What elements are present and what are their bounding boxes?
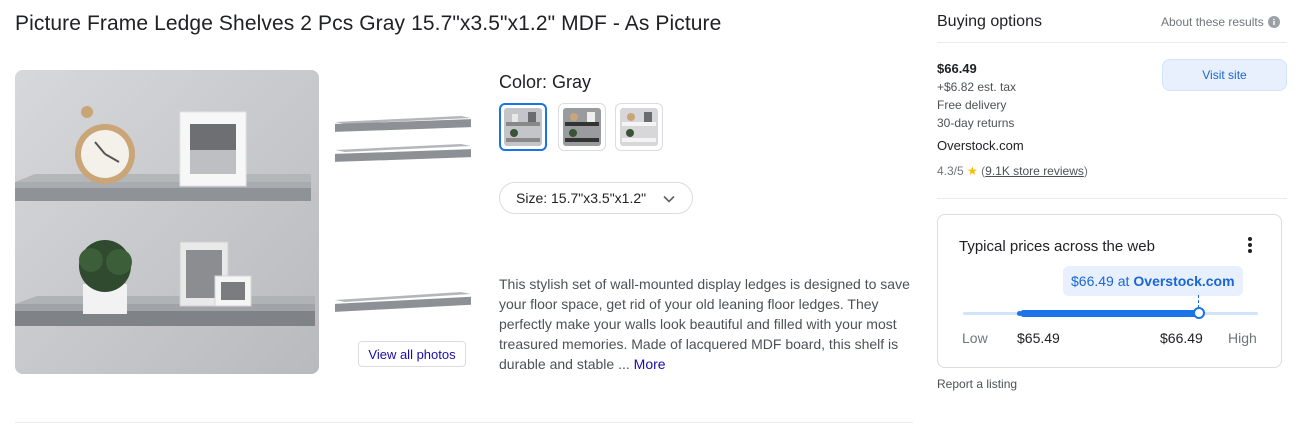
thumbnail-two-shelves[interactable]: [333, 112, 473, 168]
page-title: Picture Frame Ledge Shelves 2 Pcs Gray 1…: [15, 12, 722, 35]
buying-options-heading: Buying options: [937, 13, 1042, 30]
current-price-knob[interactable]: [1193, 307, 1205, 319]
product-description: This stylish set of wall-mounted display…: [499, 274, 917, 374]
price-range-min-dot: [1017, 311, 1022, 316]
description-text: This stylish set of wall-mounted display…: [499, 276, 910, 372]
color-swatch-3[interactable]: [615, 103, 663, 151]
info-icon: [1267, 16, 1280, 28]
offer-tax: +$6.82 est. tax: [937, 80, 1017, 94]
divider: [937, 42, 1287, 43]
low-label: Low: [962, 330, 988, 346]
divider: [937, 198, 1287, 199]
shelf-thumbnail-image: [335, 292, 471, 312]
view-all-photos-button[interactable]: View all photos: [358, 341, 466, 367]
typical-prices-card: Typical prices across the web $66.49 at …: [937, 214, 1282, 368]
store-reviews-link[interactable]: 9.1K store reviews: [985, 164, 1084, 178]
shelf-photo-illustration: [15, 70, 319, 374]
color-label: Color: Gray: [499, 72, 592, 92]
swatch-image: [504, 108, 542, 146]
current-price-bubble: $66.49 at Overstock.com: [1063, 266, 1243, 296]
more-link[interactable]: More: [634, 356, 666, 372]
store-rating: 4.3/5 ★ (9.1K store reviews): [937, 164, 1088, 178]
more-options-icon[interactable]: [1244, 235, 1256, 255]
color-swatch-2[interactable]: [558, 103, 606, 151]
about-label: About these results: [1161, 15, 1264, 29]
min-price-label: $65.49: [1017, 330, 1060, 346]
size-select[interactable]: Size: 15.7"x3.5"x1.2": [499, 182, 693, 214]
offer-price: $66.49: [937, 61, 977, 76]
store-name: Overstock.com: [937, 138, 1024, 153]
bubble-store: Overstock.com: [1133, 273, 1235, 289]
thumbnail-single-shelf[interactable]: [333, 288, 473, 318]
color-swatch-gray[interactable]: [499, 103, 547, 151]
swatch-image: [563, 108, 601, 146]
high-label: High: [1228, 330, 1257, 346]
rating-value: 4.3/5: [937, 164, 964, 178]
about-these-results-link[interactable]: About these results: [1161, 15, 1280, 29]
visit-site-button[interactable]: Visit site: [1162, 59, 1287, 91]
chevron-down-icon: [662, 192, 676, 209]
max-price-label: $66.49: [1160, 330, 1203, 346]
star-icon: ★: [967, 164, 978, 178]
swatch-image: [620, 108, 658, 146]
price-range-fill: [1020, 310, 1200, 317]
bubble-price: $66.49 at: [1071, 273, 1130, 289]
shelf-thumbnail-image: [335, 116, 471, 162]
offer-returns: 30-day returns: [937, 116, 1015, 130]
report-listing-link[interactable]: Report a listing: [937, 377, 1017, 391]
size-select-value: Size: 15.7"x3.5"x1.2": [516, 190, 647, 206]
main-product-image[interactable]: [15, 70, 319, 374]
divider: [15, 422, 913, 423]
offer-delivery: Free delivery: [937, 98, 1007, 112]
typical-prices-title: Typical prices across the web: [959, 238, 1155, 255]
